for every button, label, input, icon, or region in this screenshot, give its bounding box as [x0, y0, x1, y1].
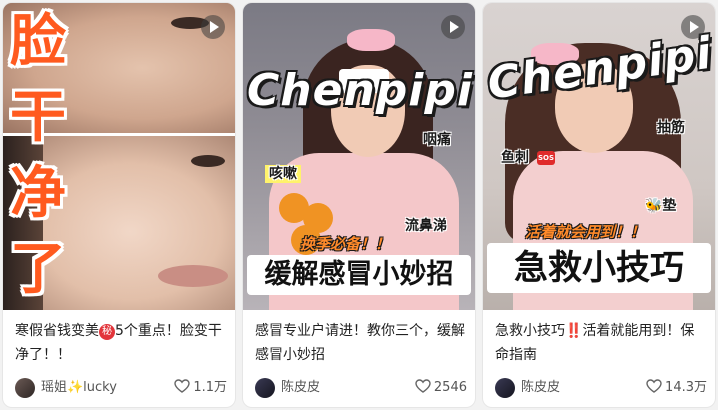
note-card[interactable]: Chenpipi 抽筋 鱼刺 SOS 🐝垫 活着就会用到！！ 急救小技巧 急救小… — [483, 3, 715, 407]
cover-tagline: 活着就会用到！！ — [524, 223, 645, 241]
cover-sticker: 咽痛 — [423, 132, 451, 148]
note-title[interactable]: 感冒专业户请进！教你三个，缓解感冒小妙招 — [255, 319, 467, 367]
note-cover[interactable]: 脸 干 净 了 — [3, 3, 235, 310]
cover-big-word: 净 — [10, 161, 66, 226]
like-count: 1.1万 — [193, 380, 227, 395]
like-button[interactable]: 2546 — [415, 378, 467, 398]
cover-sticker: 咳嗽 — [265, 165, 301, 183]
note-cover[interactable]: Chenpipi 抽筋 鱼刺 SOS 🐝垫 活着就会用到！！ 急救小技巧 — [483, 3, 715, 310]
cover-big-word: 干 — [10, 85, 66, 150]
author-name[interactable]: 陈皮皮 — [281, 378, 391, 398]
cover-sticker: 🐝垫 — [645, 198, 677, 214]
note-feed: 脸 干 净 了 寒假省钱变美秘 5个重点！脸变干净了！！ 瑶姐✨lucky 1.1… — [0, 0, 718, 410]
hair-bow — [347, 29, 395, 51]
heart-icon — [415, 379, 431, 393]
avatar[interactable] — [15, 378, 35, 398]
heart-icon — [646, 379, 662, 393]
cover-brand: Chenpipi — [247, 65, 473, 116]
note-card[interactable]: Chenpipi 咽痛 咳嗽 流鼻涕 换季必备！！ 缓解感冒小妙招 感冒专业户请… — [243, 3, 475, 407]
cover-headline: 缓解感冒小妙招 — [247, 255, 471, 295]
note-footer: 陈皮皮 14.3万 — [495, 376, 707, 400]
avatar[interactable] — [255, 378, 275, 398]
cover-big-word: 了 — [10, 237, 66, 302]
cover-headline: 急救小技巧 — [487, 243, 711, 293]
cover-sticker: 鱼刺 — [501, 150, 529, 166]
note-footer: 瑶姐✨lucky 1.1万 — [15, 376, 227, 400]
title-text: 寒假省钱变美 — [15, 323, 99, 339]
cover-sticker: 抽筋 — [657, 120, 685, 136]
title-text: 急救小技巧 — [495, 323, 565, 339]
cover-lips — [158, 265, 228, 287]
play-icon — [441, 15, 465, 39]
play-icon — [681, 15, 705, 39]
like-count: 14.3万 — [665, 380, 707, 395]
heart-icon — [174, 379, 191, 393]
avatar[interactable] — [495, 378, 515, 398]
cover-big-word: 脸 — [10, 9, 66, 74]
note-card[interactable]: 脸 干 净 了 寒假省钱变美秘 5个重点！脸变干净了！！ 瑶姐✨lucky 1.1… — [3, 3, 235, 407]
note-title[interactable]: 急救小技巧‼️活着就能用到！保命指南 — [495, 319, 707, 367]
note-cover[interactable]: Chenpipi 咽痛 咳嗽 流鼻涕 换季必备！！ 缓解感冒小妙招 — [243, 3, 475, 310]
cover-eye — [191, 155, 225, 167]
note-title[interactable]: 寒假省钱变美秘 5个重点！脸变干净了！！ — [15, 319, 227, 367]
author-name[interactable]: 陈皮皮 — [521, 378, 631, 398]
double-exclamation-icon: ‼️ — [565, 323, 583, 339]
note-footer: 陈皮皮 2546 — [255, 376, 467, 400]
play-icon — [201, 15, 225, 39]
cover-tagline: 换季必备！！ — [299, 235, 390, 253]
like-button[interactable]: 14.3万 — [646, 378, 707, 398]
secret-badge: 秘 — [99, 324, 115, 340]
sos-badge: SOS — [537, 151, 555, 165]
like-count: 2546 — [433, 380, 467, 395]
like-button[interactable]: 1.1万 — [174, 378, 227, 398]
orange — [303, 203, 333, 233]
author-name[interactable]: 瑶姐✨lucky — [41, 378, 151, 398]
cover-sticker: 流鼻涕 — [405, 218, 447, 234]
